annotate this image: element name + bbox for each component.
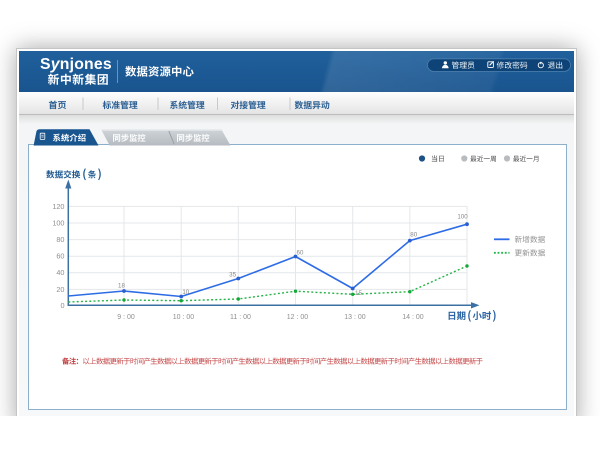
svg-text:9 : 00: 9 : 00 [117, 314, 135, 321]
svg-text:10 : 00: 10 : 00 [173, 314, 195, 321]
svg-text:12 : 00: 12 : 00 [287, 314, 309, 321]
svg-text:Synjones: Synjones [40, 56, 112, 73]
svg-text:35: 35 [229, 272, 236, 279]
svg-text:60: 60 [56, 252, 64, 261]
svg-text:100: 100 [52, 218, 64, 227]
svg-text:10: 10 [182, 289, 189, 296]
svg-text:100: 100 [457, 214, 468, 221]
svg-text:11 : 00: 11 : 00 [230, 314, 251, 321]
svg-text:120: 120 [52, 202, 64, 211]
svg-text:18: 18 [118, 283, 125, 290]
svg-text:80: 80 [56, 235, 64, 244]
svg-text:60: 60 [297, 250, 304, 257]
svg-text:20: 20 [56, 285, 64, 294]
svg-text:80: 80 [410, 232, 417, 239]
svg-text:13 : 00: 13 : 00 [344, 314, 366, 321]
svg-text:40: 40 [56, 268, 64, 277]
svg-text:15: 15 [355, 290, 362, 297]
svg-text:14 : 00: 14 : 00 [402, 314, 424, 321]
svg-text:0: 0 [60, 301, 64, 310]
